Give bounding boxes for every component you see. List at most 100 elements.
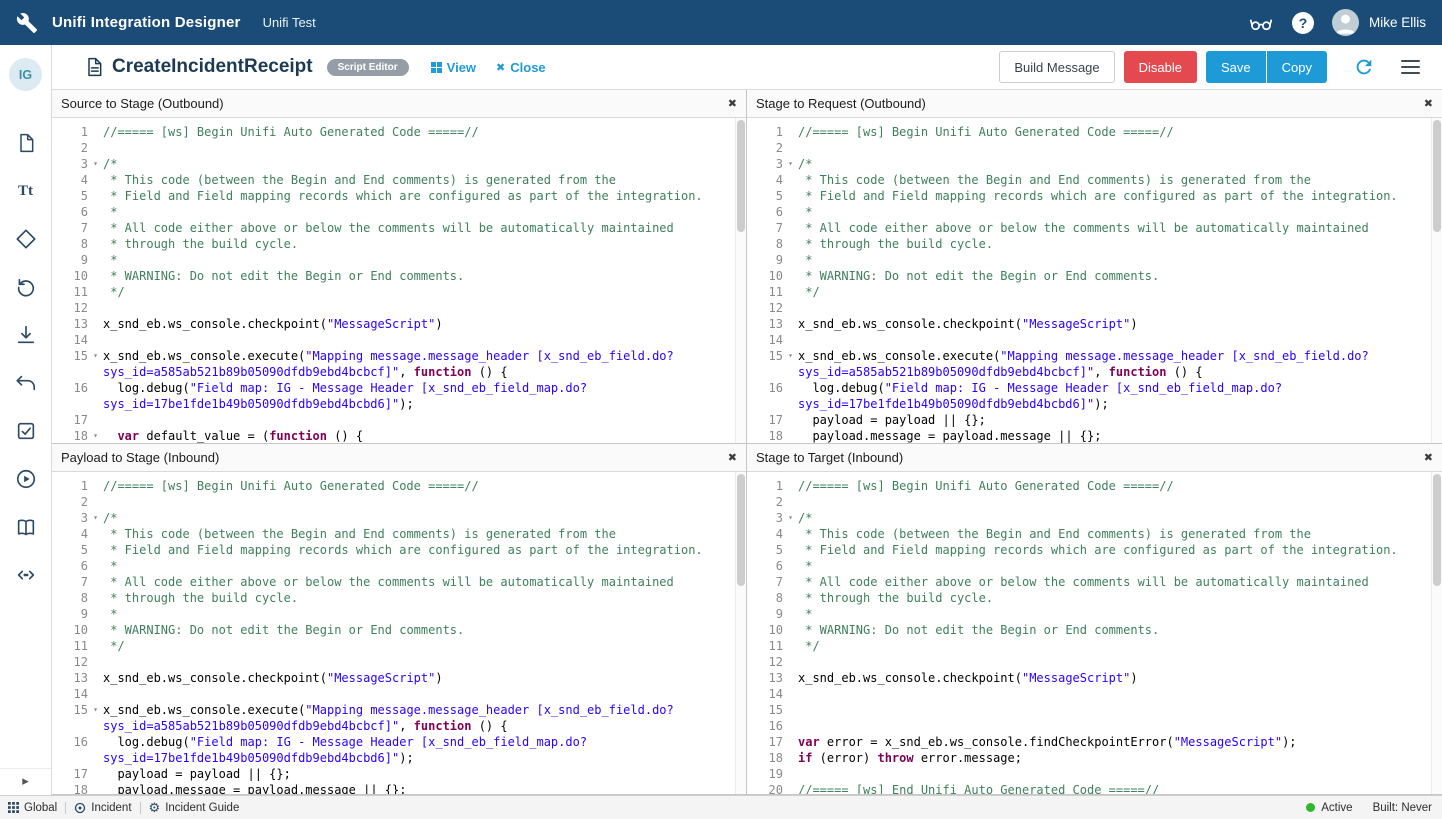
code-line[interactable]: 1//===== [ws] Begin Unifi Auto Generated… [52, 478, 746, 494]
wrench-icon[interactable] [16, 12, 38, 34]
play-circle-icon[interactable] [15, 468, 37, 490]
code-line[interactable]: 17 payload = payload || {}; [52, 766, 746, 782]
code-line[interactable]: 7 * All code either above or below the c… [747, 574, 1442, 590]
history-icon[interactable] [15, 276, 37, 298]
code-line[interactable]: 10 * WARNING: Do not edit the Begin or E… [52, 622, 746, 638]
code-line[interactable]: 14 [747, 686, 1442, 702]
close-button[interactable]: ✖ Close [496, 60, 546, 75]
code-line[interactable]: 12 [52, 654, 746, 670]
code-line[interactable]: 13x_snd_eb.ws_console.checkpoint("Messag… [52, 670, 746, 686]
code-line[interactable]: 6 * [747, 558, 1442, 574]
code-line[interactable]: 17 [52, 412, 746, 428]
code-line[interactable]: 9 * [52, 252, 746, 268]
fold-arrow-icon[interactable]: ▾ [88, 428, 103, 443]
menu-icon[interactable] [1401, 60, 1420, 75]
code-line[interactable]: 5 * Field and Field mapping records whic… [747, 542, 1442, 558]
code-line[interactable]: 3▾/* [52, 510, 746, 526]
code-line[interactable]: 18if (error) throw error.message; [747, 750, 1442, 766]
code-editor[interactable]: 1//===== [ws] Begin Unifi Auto Generated… [747, 472, 1442, 794]
code-editor[interactable]: 1//===== [ws] Begin Unifi Auto Generated… [52, 472, 746, 794]
fold-arrow-icon[interactable]: ▾ [88, 348, 103, 364]
scrollbar-thumb[interactable] [737, 474, 745, 586]
code-line[interactable]: 9 * [52, 606, 746, 622]
code-line[interactable]: 14 [52, 686, 746, 702]
code-line[interactable]: 19 [747, 766, 1442, 782]
scrollbar-thumb[interactable] [1433, 474, 1441, 586]
integration-avatar[interactable]: IG [9, 58, 42, 91]
code-line[interactable]: 16 log.debug("Field map: IG - Message He… [52, 734, 746, 766]
code-line[interactable]: 11 */ [747, 284, 1442, 300]
collapse-arrow-icon[interactable]: ▸ [0, 768, 51, 789]
scrollbar-thumb[interactable] [1433, 120, 1441, 232]
code-line[interactable]: 5 * Field and Field mapping records whic… [747, 188, 1442, 204]
code-line[interactable]: 7 * All code either above or below the c… [747, 220, 1442, 236]
code-line[interactable]: 10 * WARNING: Do not edit the Begin or E… [52, 268, 746, 284]
code-line[interactable]: 7 * All code either above or below the c… [52, 220, 746, 236]
code-line[interactable]: 7 * All code either above or below the c… [52, 574, 746, 590]
panel-close-icon[interactable]: ✖ [728, 97, 737, 110]
code-line[interactable]: 14 [52, 332, 746, 348]
code-line[interactable]: 2 [747, 494, 1442, 510]
disable-button[interactable]: Disable [1124, 51, 1197, 83]
code-line[interactable]: 11 */ [747, 638, 1442, 654]
copy-button[interactable]: Copy [1267, 51, 1327, 83]
code-line[interactable]: 6 * [52, 204, 746, 220]
vertical-scrollbar[interactable] [735, 472, 746, 794]
code-line[interactable]: 8 * through the build cycle. [747, 590, 1442, 606]
code-icon[interactable] [15, 564, 37, 586]
code-editor[interactable]: 1//===== [ws] Begin Unifi Auto Generated… [747, 118, 1442, 443]
code-line[interactable]: 8 * through the build cycle. [52, 590, 746, 606]
code-line[interactable]: 3▾/* [747, 156, 1442, 172]
scope-global[interactable]: Global [8, 802, 57, 814]
code-line[interactable]: 13x_snd_eb.ws_console.checkpoint("Messag… [747, 316, 1442, 332]
build-message-button[interactable]: Build Message [999, 51, 1114, 83]
code-line[interactable]: 4 * This code (between the Begin and End… [52, 526, 746, 542]
code-line[interactable]: 13x_snd_eb.ws_console.checkpoint("Messag… [747, 670, 1442, 686]
code-line[interactable]: 16 log.debug("Field map: IG - Message He… [52, 380, 746, 412]
code-line[interactable]: 9 * [747, 252, 1442, 268]
code-line[interactable]: 3▾/* [747, 510, 1442, 526]
scrollbar-thumb[interactable] [737, 120, 745, 232]
fold-arrow-icon[interactable]: ▾ [783, 156, 798, 172]
code-line[interactable]: 12 [747, 300, 1442, 316]
code-line[interactable]: 16 log.debug("Field map: IG - Message He… [747, 380, 1442, 412]
scope-incident[interactable]: Incident [74, 802, 131, 814]
document-icon[interactable] [15, 132, 37, 154]
code-line[interactable]: 11 */ [52, 638, 746, 654]
code-line[interactable]: 10 * WARNING: Do not edit the Begin or E… [747, 268, 1442, 284]
vertical-scrollbar[interactable] [1431, 472, 1442, 794]
code-line[interactable]: 11 */ [52, 284, 746, 300]
code-line[interactable]: 17 payload = payload || {}; [747, 412, 1442, 428]
code-line[interactable]: 2 [52, 140, 746, 156]
fold-arrow-icon[interactable]: ▾ [88, 510, 103, 526]
code-line[interactable]: 15▾x_snd_eb.ws_console.execute("Mapping … [747, 348, 1442, 380]
code-line[interactable]: 6 * [52, 558, 746, 574]
user-name[interactable]: Mike Ellis [1369, 15, 1426, 30]
diamond-icon[interactable] [15, 228, 37, 250]
code-line[interactable]: 4 * This code (between the Begin and End… [747, 172, 1442, 188]
code-line[interactable]: 5 * Field and Field mapping records whic… [52, 188, 746, 204]
code-line[interactable]: 13x_snd_eb.ws_console.checkpoint("Messag… [52, 316, 746, 332]
fold-arrow-icon[interactable]: ▾ [783, 510, 798, 526]
code-line[interactable]: 16 [747, 718, 1442, 734]
undo-icon[interactable] [15, 372, 37, 394]
panel-close-icon[interactable]: ✖ [1424, 97, 1433, 110]
code-line[interactable]: 1//===== [ws] Begin Unifi Auto Generated… [747, 478, 1442, 494]
view-button[interactable]: View [431, 60, 476, 75]
help-icon[interactable]: ? [1292, 12, 1314, 34]
code-line[interactable]: 15▾x_snd_eb.ws_console.execute("Mapping … [52, 702, 746, 734]
code-line[interactable]: 12 [747, 654, 1442, 670]
code-line[interactable]: 18 payload.message = payload.message || … [747, 428, 1442, 443]
user-avatar-icon[interactable] [1332, 9, 1359, 36]
code-line[interactable]: 8 * through the build cycle. [52, 236, 746, 252]
code-line[interactable]: 15 [747, 702, 1442, 718]
download-icon[interactable] [15, 324, 37, 346]
code-line[interactable]: 9 * [747, 606, 1442, 622]
save-button[interactable]: Save [1206, 51, 1266, 83]
glasses-icon[interactable] [1248, 10, 1274, 36]
refresh-icon[interactable] [1353, 56, 1375, 78]
code-line[interactable]: 17var error = x_snd_eb.ws_console.findCh… [747, 734, 1442, 750]
code-line[interactable]: 4 * This code (between the Begin and End… [747, 526, 1442, 542]
vertical-scrollbar[interactable] [1431, 118, 1442, 443]
code-line[interactable]: 3▾/* [52, 156, 746, 172]
